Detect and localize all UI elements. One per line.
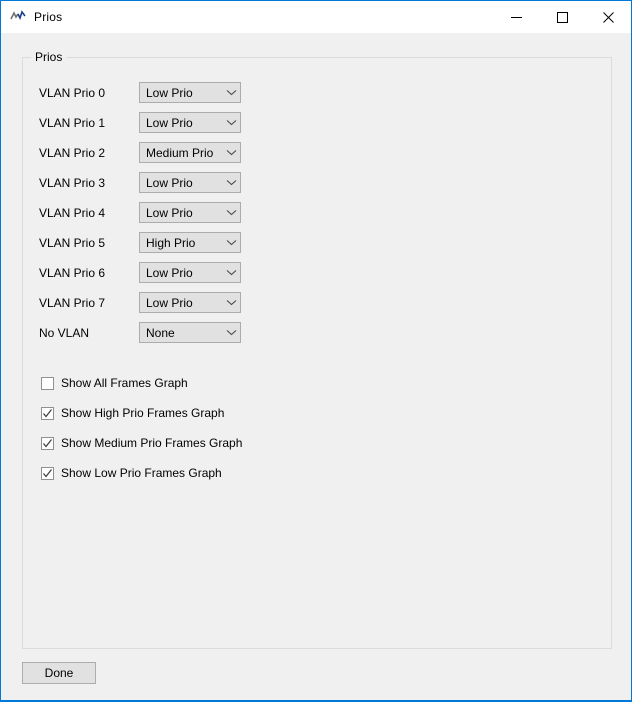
close-button[interactable] bbox=[585, 1, 631, 33]
minimize-icon bbox=[510, 16, 522, 18]
label-no-vlan: No VLAN bbox=[39, 325, 90, 340]
label-vlan-prio-5: VLAN Prio 5 bbox=[39, 235, 106, 250]
row-no-vlan: No VLAN None bbox=[39, 322, 241, 343]
chevron-down-icon bbox=[222, 269, 240, 276]
checkbox-label-show-high-prio-frames-graph: Show High Prio Frames Graph bbox=[61, 406, 225, 420]
chevron-down-icon bbox=[222, 329, 240, 336]
minimize-button[interactable] bbox=[493, 1, 539, 33]
dropdown-vlan-prio-4[interactable]: Low Prio bbox=[139, 202, 241, 223]
dropdown-value-vlan-prio-6: Low Prio bbox=[146, 265, 193, 280]
prios-groupbox-title: Prios bbox=[31, 50, 67, 64]
row-vlan-prio-5: VLAN Prio 5 High Prio bbox=[39, 232, 241, 253]
dropdown-vlan-prio-6[interactable]: Low Prio bbox=[139, 262, 241, 283]
checkmark-icon bbox=[43, 408, 52, 417]
checkmark-icon bbox=[43, 438, 52, 447]
label-vlan-prio-0: VLAN Prio 0 bbox=[39, 85, 106, 100]
checkbox-show-high-prio-frames-graph[interactable] bbox=[41, 406, 54, 420]
label-vlan-prio-2: VLAN Prio 2 bbox=[39, 145, 106, 160]
dropdown-value-vlan-prio-2: Medium Prio bbox=[146, 145, 214, 160]
dropdown-value-vlan-prio-1: Low Prio bbox=[146, 115, 193, 130]
row-vlan-prio-4: VLAN Prio 4 Low Prio bbox=[39, 202, 241, 223]
chevron-down-icon bbox=[222, 149, 240, 156]
title-bar: Prios bbox=[1, 1, 631, 33]
row-vlan-prio-7: VLAN Prio 7 Low Prio bbox=[39, 292, 241, 313]
row-vlan-prio-0: VLAN Prio 0 Low Prio bbox=[39, 82, 241, 103]
label-vlan-prio-3: VLAN Prio 3 bbox=[39, 175, 106, 190]
dropdown-value-vlan-prio-5: High Prio bbox=[146, 235, 196, 250]
close-icon bbox=[602, 11, 614, 23]
dropdown-value-vlan-prio-3: Low Prio bbox=[146, 175, 193, 190]
dropdown-vlan-prio-5[interactable]: High Prio bbox=[139, 232, 241, 253]
label-vlan-prio-1: VLAN Prio 1 bbox=[39, 115, 106, 130]
label-vlan-prio-6: VLAN Prio 6 bbox=[39, 265, 106, 280]
dropdown-value-vlan-prio-4: Low Prio bbox=[146, 205, 193, 220]
checkbox-row-show-low-prio-frames-graph[interactable]: Show Low Prio Frames Graph bbox=[41, 465, 222, 481]
dropdown-value-vlan-prio-0: Low Prio bbox=[146, 85, 193, 100]
dropdown-value-vlan-prio-7: Low Prio bbox=[146, 295, 193, 310]
chevron-down-icon bbox=[222, 239, 240, 246]
dropdown-vlan-prio-7[interactable]: Low Prio bbox=[139, 292, 241, 313]
chevron-down-icon bbox=[222, 299, 240, 306]
window-title: Prios bbox=[34, 10, 63, 24]
dropdown-vlan-prio-2[interactable]: Medium Prio bbox=[139, 142, 241, 163]
row-vlan-prio-1: VLAN Prio 1 Low Prio bbox=[39, 112, 241, 133]
label-vlan-prio-4: VLAN Prio 4 bbox=[39, 205, 106, 220]
dropdown-vlan-prio-3[interactable]: Low Prio bbox=[139, 172, 241, 193]
checkbox-show-low-prio-frames-graph[interactable] bbox=[41, 466, 54, 480]
window-controls bbox=[493, 1, 631, 33]
checkbox-show-all-frames-graph[interactable] bbox=[41, 376, 54, 390]
dropdown-no-vlan[interactable]: None bbox=[139, 322, 241, 343]
label-vlan-prio-7: VLAN Prio 7 bbox=[39, 295, 106, 310]
maximize-icon bbox=[556, 11, 568, 23]
checkbox-row-show-all-frames-graph[interactable]: Show All Frames Graph bbox=[41, 375, 188, 391]
chevron-down-icon bbox=[222, 89, 240, 96]
chart-line-icon bbox=[10, 10, 26, 21]
dropdown-vlan-prio-0[interactable]: Low Prio bbox=[139, 82, 241, 103]
maximize-button[interactable] bbox=[539, 1, 585, 33]
dropdown-value-no-vlan: None bbox=[146, 325, 175, 340]
prios-dialog-window: Prios Prios VLAN Prio 0 Low Prio VLAN Pr… bbox=[0, 0, 632, 702]
row-vlan-prio-3: VLAN Prio 3 Low Prio bbox=[39, 172, 241, 193]
checkbox-label-show-medium-prio-frames-graph: Show Medium Prio Frames Graph bbox=[61, 436, 243, 450]
checkmark-icon bbox=[43, 468, 52, 477]
checkbox-row-show-medium-prio-frames-graph[interactable]: Show Medium Prio Frames Graph bbox=[41, 435, 242, 451]
checkbox-row-show-high-prio-frames-graph[interactable]: Show High Prio Frames Graph bbox=[41, 405, 224, 421]
checkbox-show-medium-prio-frames-graph[interactable] bbox=[41, 436, 54, 450]
row-vlan-prio-6: VLAN Prio 6 Low Prio bbox=[39, 262, 241, 283]
row-vlan-prio-2: VLAN Prio 2 Medium Prio bbox=[39, 142, 241, 163]
done-button[interactable]: Done bbox=[22, 662, 96, 684]
chevron-down-icon bbox=[222, 209, 240, 216]
dropdown-vlan-prio-1[interactable]: Low Prio bbox=[139, 112, 241, 133]
chevron-down-icon bbox=[222, 119, 240, 126]
chevron-down-icon bbox=[222, 179, 240, 186]
checkbox-label-show-all-frames-graph: Show All Frames Graph bbox=[61, 376, 188, 390]
checkbox-label-show-low-prio-frames-graph: Show Low Prio Frames Graph bbox=[61, 466, 222, 480]
